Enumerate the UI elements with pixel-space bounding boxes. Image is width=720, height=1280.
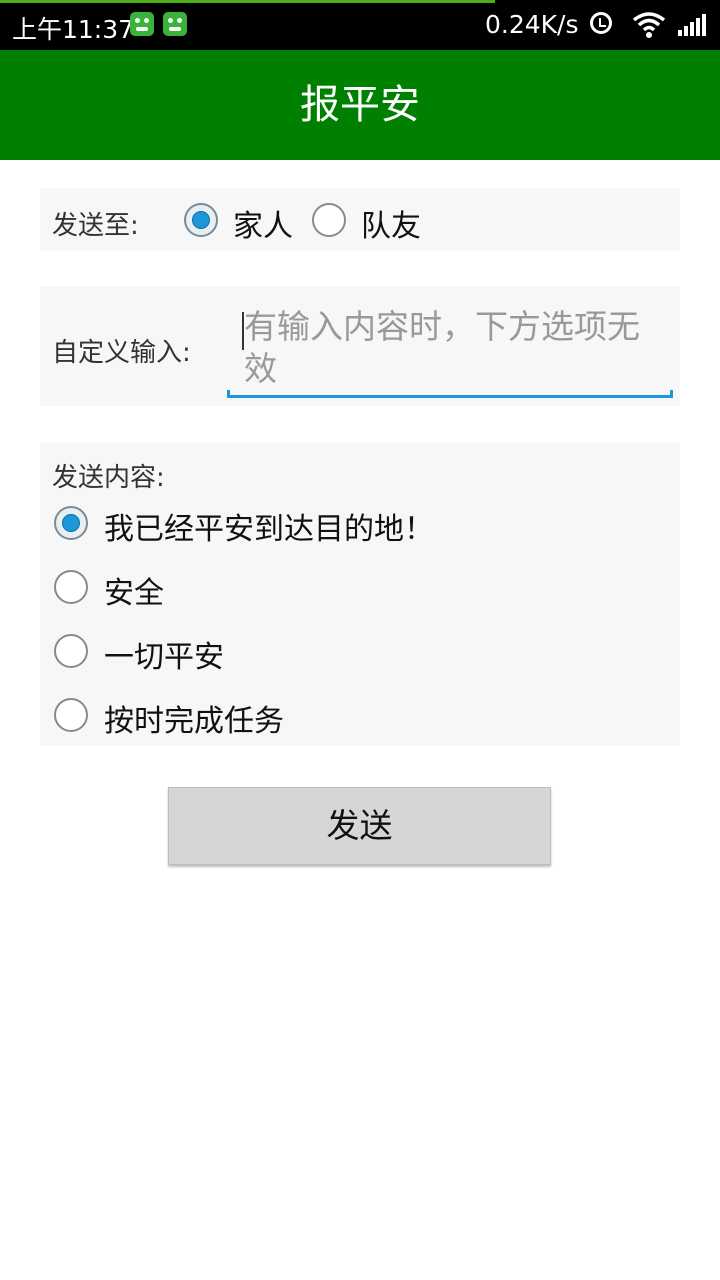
- content-option-safe-radio[interactable]: [54, 570, 88, 604]
- content-option-task-done-radio[interactable]: [54, 698, 88, 732]
- network-speed: 0.24K/s: [485, 10, 579, 39]
- custom-message-input[interactable]: 有输入内容时，下方选项无效: [227, 298, 673, 398]
- notification-app-icon: [163, 12, 187, 36]
- content-option-task-done-label[interactable]: 按时完成任务: [104, 696, 284, 740]
- content-label: 发送内容:: [52, 463, 165, 493]
- recipient-family-label[interactable]: 家人: [233, 201, 293, 245]
- send-button[interactable]: 发送: [168, 787, 551, 865]
- loading-progress-line: [0, 0, 495, 3]
- recipient-teammate-label[interactable]: 队友: [361, 201, 421, 245]
- content-option-all-safe-radio[interactable]: [54, 634, 88, 668]
- recipient-teammate-radio[interactable]: [312, 203, 346, 237]
- recipient-family-radio[interactable]: [184, 203, 218, 237]
- content-option-safe-label[interactable]: 安全: [104, 568, 164, 612]
- signal-icon: [678, 14, 708, 36]
- wifi-icon: [632, 12, 666, 38]
- status-bar: 上午11:37 0.24K/s: [0, 0, 720, 50]
- recipient-label: 发送至:: [52, 211, 139, 241]
- status-time: 上午11:37: [12, 15, 135, 44]
- content-option-all-safe-label[interactable]: 一切平安: [104, 632, 224, 676]
- notification-app-icon: [130, 12, 154, 36]
- custom-input-label: 自定义输入:: [52, 338, 191, 368]
- content-option-arrived-radio[interactable]: [54, 506, 88, 540]
- input-underline: [227, 390, 673, 398]
- page-title: 报平安: [300, 82, 420, 128]
- content-option-arrived-label[interactable]: 我已经平安到达目的地！: [104, 504, 434, 548]
- app-bar: 报平安: [0, 50, 720, 160]
- alarm-icon: [590, 12, 612, 34]
- custom-message-placeholder[interactable]: 有输入内容时，下方选项无效: [244, 306, 664, 390]
